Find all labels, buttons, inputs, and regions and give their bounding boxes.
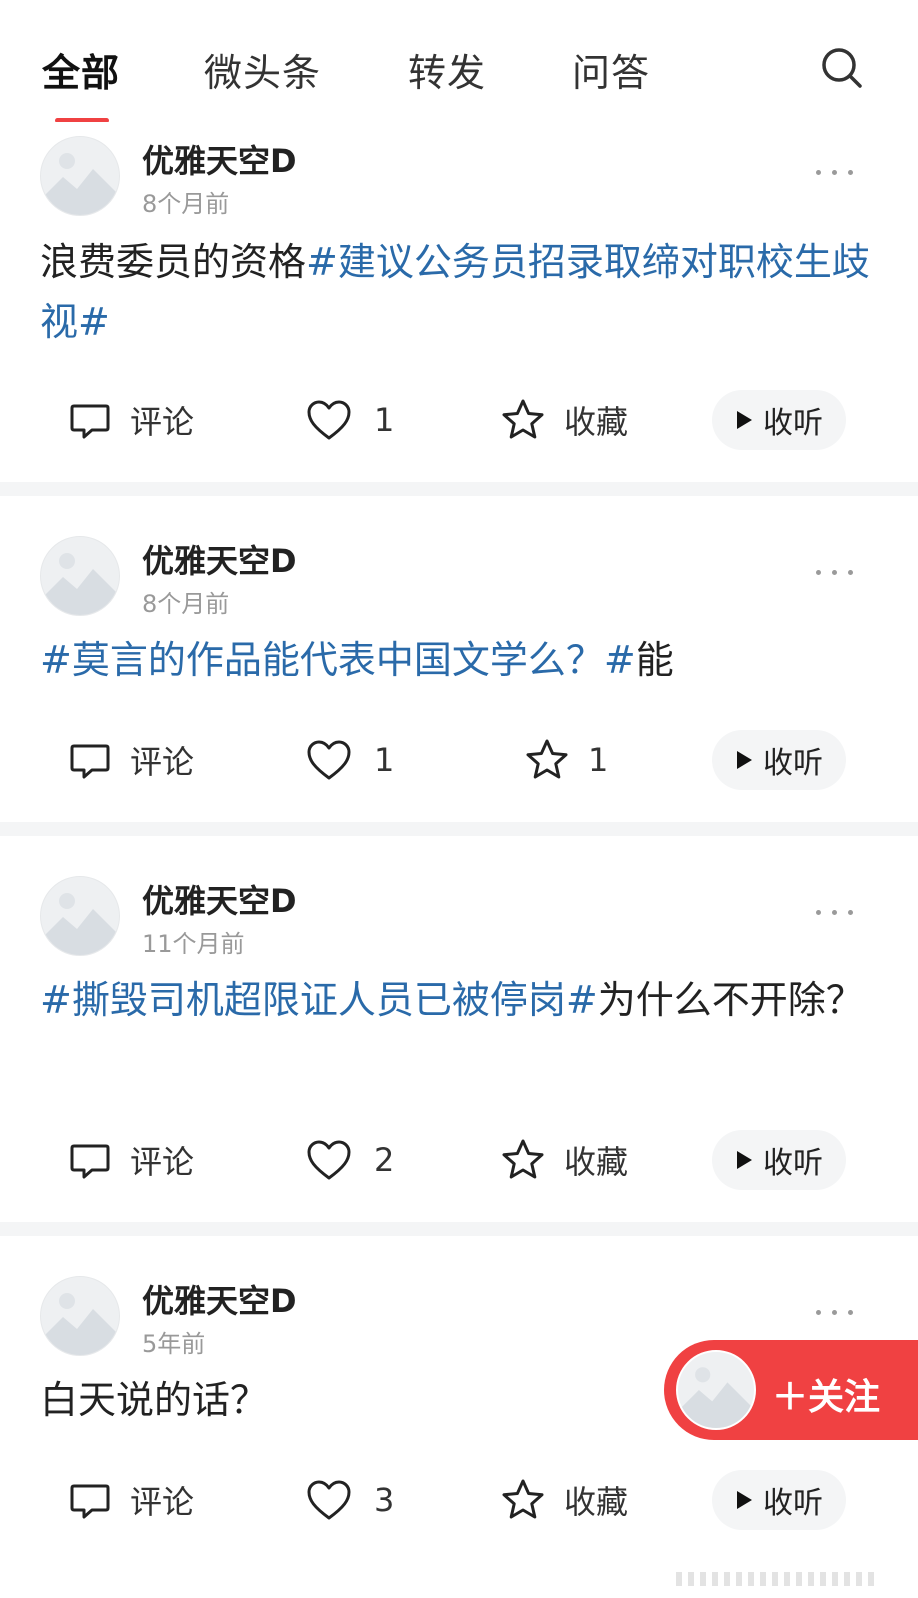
post-time: 11个月前 bbox=[142, 930, 245, 958]
heart-icon bbox=[307, 740, 351, 780]
listen-label: 收听 bbox=[763, 746, 823, 781]
follow-button[interactable]: ＋关注 bbox=[664, 1340, 918, 1440]
search-icon[interactable] bbox=[818, 44, 866, 92]
listen-label: 收听 bbox=[763, 1486, 823, 1521]
hashtag-link[interactable]: #莫言的作品能代表中国文学么？# bbox=[40, 638, 636, 682]
comment-icon bbox=[70, 1144, 110, 1179]
post-time: 5年前 bbox=[142, 1330, 206, 1358]
like-button[interactable]: 3 bbox=[306, 1472, 394, 1528]
divider bbox=[0, 482, 918, 496]
star-icon bbox=[502, 399, 544, 439]
comment-icon bbox=[70, 404, 110, 439]
comment-button[interactable]: 评论 bbox=[68, 1132, 194, 1188]
star-icon bbox=[502, 1479, 544, 1519]
post-text: 能 bbox=[635, 638, 674, 682]
play-icon bbox=[737, 1151, 752, 1169]
comment-label: 评论 bbox=[130, 1483, 195, 1521]
more-options-icon[interactable] bbox=[812, 902, 856, 922]
post-card: 优雅天空D 8个月前 浪费委员的资格#建议公务员招录取缔对职校生歧视# 评论 1… bbox=[0, 122, 918, 482]
favorite-count: 1 bbox=[588, 741, 609, 779]
post-content[interactable]: 浪费委员的资格#建议公务员招录取缔对职校生歧视# bbox=[40, 232, 870, 352]
avatar[interactable] bbox=[40, 136, 120, 216]
post-card: 优雅天空D 8个月前 #莫言的作品能代表中国文学么？#能 评论 1 1 收听 bbox=[0, 496, 918, 822]
follow-label: ＋关注 bbox=[772, 1377, 881, 1418]
play-icon bbox=[737, 411, 752, 429]
favorite-button[interactable]: 收藏 bbox=[500, 392, 628, 448]
star-icon bbox=[526, 739, 568, 779]
avatar[interactable] bbox=[40, 536, 120, 616]
more-options-icon[interactable] bbox=[812, 162, 856, 182]
like-button[interactable]: 2 bbox=[306, 1132, 394, 1188]
heart-icon bbox=[307, 1140, 351, 1180]
username[interactable]: 优雅天空D bbox=[142, 1276, 297, 1322]
comment-button[interactable]: 评论 bbox=[68, 392, 194, 448]
like-count: 1 bbox=[374, 741, 395, 779]
comment-icon bbox=[70, 744, 110, 779]
comment-button[interactable]: 评论 bbox=[68, 1472, 194, 1528]
heart-icon bbox=[307, 1480, 351, 1520]
comment-label: 评论 bbox=[130, 743, 195, 781]
hashtag-link[interactable]: #撕毁司机超限证人员已被停岗# bbox=[40, 978, 598, 1022]
listen-button[interactable]: 收听 bbox=[712, 390, 846, 450]
username[interactable]: 优雅天空D bbox=[142, 876, 297, 922]
comment-label: 评论 bbox=[130, 403, 195, 441]
favorite-label: 收藏 bbox=[564, 403, 629, 441]
play-icon bbox=[737, 751, 752, 769]
post-content[interactable]: #莫言的作品能代表中国文学么？#能 bbox=[40, 630, 870, 690]
heart-icon bbox=[307, 400, 351, 440]
star-icon bbox=[502, 1139, 544, 1179]
favorite-button[interactable]: 收藏 bbox=[500, 1472, 628, 1528]
tab-reposts[interactable]: 转发 bbox=[408, 42, 486, 97]
play-icon bbox=[737, 1491, 752, 1509]
comment-label: 评论 bbox=[130, 1143, 195, 1181]
like-button[interactable]: 1 bbox=[306, 732, 394, 788]
avatar bbox=[676, 1350, 756, 1430]
more-options-icon[interactable] bbox=[812, 562, 856, 582]
tab-all[interactable]: 全部 bbox=[42, 42, 120, 97]
favorite-label: 收藏 bbox=[564, 1483, 629, 1521]
username[interactable]: 优雅天空D bbox=[142, 136, 297, 182]
listen-label: 收听 bbox=[763, 406, 823, 441]
like-count: 2 bbox=[374, 1141, 395, 1179]
tab-qa[interactable]: 问答 bbox=[572, 42, 650, 97]
tab-micro-headlines[interactable]: 微头条 bbox=[204, 42, 321, 97]
favorite-label: 收藏 bbox=[564, 1143, 629, 1181]
post-card: 优雅天空D 11个月前 #撕毁司机超限证人员已被停岗#为什么不开除？ 评论 2 … bbox=[0, 836, 918, 1222]
listen-button[interactable]: 收听 bbox=[712, 1470, 846, 1530]
favorite-button[interactable]: 收藏 bbox=[500, 1132, 628, 1188]
divider bbox=[0, 822, 918, 836]
comment-button[interactable]: 评论 bbox=[68, 732, 194, 788]
top-tab-bar: 全部 微头条 转发 问答 bbox=[0, 0, 918, 123]
more-options-icon[interactable] bbox=[812, 1302, 856, 1322]
comment-icon bbox=[70, 1484, 110, 1519]
divider bbox=[0, 1222, 918, 1236]
listen-button[interactable]: 收听 bbox=[712, 1130, 846, 1190]
post-content[interactable]: #撕毁司机超限证人员已被停岗#为什么不开除？ bbox=[40, 970, 870, 1030]
avatar[interactable] bbox=[40, 1276, 120, 1356]
like-count: 1 bbox=[374, 401, 395, 439]
home-indicator bbox=[676, 1572, 874, 1586]
like-button[interactable]: 1 bbox=[306, 392, 394, 448]
listen-button[interactable]: 收听 bbox=[712, 730, 846, 790]
post-text: 浪费委员的资格 bbox=[40, 240, 307, 284]
favorite-button[interactable]: 1 bbox=[524, 732, 608, 788]
listen-label: 收听 bbox=[763, 1146, 823, 1181]
username[interactable]: 优雅天空D bbox=[142, 536, 297, 582]
post-time: 8个月前 bbox=[142, 190, 230, 218]
post-text: 为什么不开除？ bbox=[597, 978, 864, 1022]
avatar[interactable] bbox=[40, 876, 120, 956]
post-text: 白天说的话？ bbox=[40, 1378, 269, 1422]
post-time: 8个月前 bbox=[142, 590, 230, 618]
like-count: 3 bbox=[374, 1481, 395, 1519]
